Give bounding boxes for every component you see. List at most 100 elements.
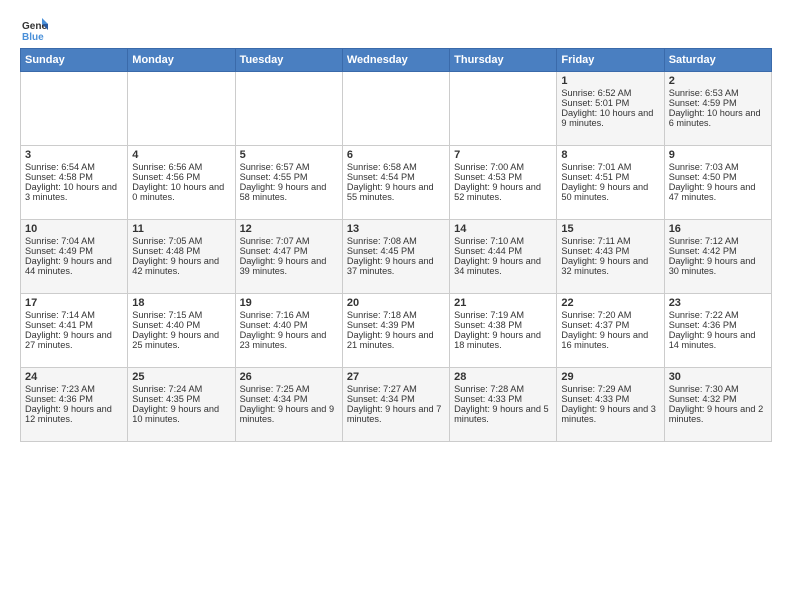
day-info: Sunset: 4:51 PM (561, 172, 659, 182)
day-info: Sunrise: 7:27 AM (347, 384, 445, 394)
calendar-cell: 28Sunrise: 7:28 AMSunset: 4:33 PMDayligh… (450, 368, 557, 442)
day-number: 17 (25, 297, 123, 309)
day-info: Sunrise: 7:25 AM (240, 384, 338, 394)
day-info: Sunrise: 7:10 AM (454, 236, 552, 246)
day-number: 1 (561, 75, 659, 87)
calendar-cell: 19Sunrise: 7:16 AMSunset: 4:40 PMDayligh… (235, 294, 342, 368)
day-info: Sunset: 4:34 PM (347, 394, 445, 404)
day-info: Sunset: 4:50 PM (669, 172, 767, 182)
day-info: Sunrise: 7:23 AM (25, 384, 123, 394)
day-number: 4 (132, 149, 230, 161)
calendar-cell (450, 72, 557, 146)
calendar-cell (342, 72, 449, 146)
header-wednesday: Wednesday (342, 49, 449, 72)
day-number: 23 (669, 297, 767, 309)
week-row-1: 3Sunrise: 6:54 AMSunset: 4:58 PMDaylight… (21, 146, 772, 220)
day-number: 22 (561, 297, 659, 309)
logo-icon: General Blue (20, 16, 48, 44)
day-info: Sunset: 4:38 PM (454, 320, 552, 330)
logo: General Blue (20, 16, 52, 44)
day-info: Daylight: 9 hours and 42 minutes. (132, 256, 230, 276)
calendar-cell (235, 72, 342, 146)
svg-text:Blue: Blue (22, 32, 44, 43)
day-info: Daylight: 10 hours and 9 minutes. (561, 108, 659, 128)
calendar-cell: 5Sunrise: 6:57 AMSunset: 4:55 PMDaylight… (235, 146, 342, 220)
day-info: Sunset: 4:35 PM (132, 394, 230, 404)
day-number: 2 (669, 75, 767, 87)
day-info: Daylight: 9 hours and 34 minutes. (454, 256, 552, 276)
week-row-4: 24Sunrise: 7:23 AMSunset: 4:36 PMDayligh… (21, 368, 772, 442)
day-info: Daylight: 9 hours and 23 minutes. (240, 330, 338, 350)
calendar-cell: 26Sunrise: 7:25 AMSunset: 4:34 PMDayligh… (235, 368, 342, 442)
header-saturday: Saturday (664, 49, 771, 72)
day-info: Sunrise: 6:57 AM (240, 162, 338, 172)
day-number: 12 (240, 223, 338, 235)
day-info: Daylight: 9 hours and 52 minutes. (454, 182, 552, 202)
day-info: Sunset: 4:53 PM (454, 172, 552, 182)
day-info: Sunrise: 6:58 AM (347, 162, 445, 172)
calendar-cell: 8Sunrise: 7:01 AMSunset: 4:51 PMDaylight… (557, 146, 664, 220)
day-info: Daylight: 10 hours and 0 minutes. (132, 182, 230, 202)
day-info: Daylight: 9 hours and 16 minutes. (561, 330, 659, 350)
day-info: Sunrise: 7:29 AM (561, 384, 659, 394)
day-number: 10 (25, 223, 123, 235)
calendar-cell: 24Sunrise: 7:23 AMSunset: 4:36 PMDayligh… (21, 368, 128, 442)
day-info: Daylight: 10 hours and 3 minutes. (25, 182, 123, 202)
day-info: Sunrise: 6:53 AM (669, 88, 767, 98)
day-info: Sunset: 4:37 PM (561, 320, 659, 330)
day-info: Sunset: 4:45 PM (347, 246, 445, 256)
calendar-cell: 13Sunrise: 7:08 AMSunset: 4:45 PMDayligh… (342, 220, 449, 294)
week-row-2: 10Sunrise: 7:04 AMSunset: 4:49 PMDayligh… (21, 220, 772, 294)
day-info: Sunrise: 7:30 AM (669, 384, 767, 394)
calendar-cell: 12Sunrise: 7:07 AMSunset: 4:47 PMDayligh… (235, 220, 342, 294)
week-row-3: 17Sunrise: 7:14 AMSunset: 4:41 PMDayligh… (21, 294, 772, 368)
day-info: Sunrise: 7:22 AM (669, 310, 767, 320)
day-number: 3 (25, 149, 123, 161)
day-number: 9 (669, 149, 767, 161)
day-info: Sunrise: 7:04 AM (25, 236, 123, 246)
day-info: Sunset: 4:33 PM (454, 394, 552, 404)
day-info: Sunrise: 7:20 AM (561, 310, 659, 320)
day-info: Daylight: 9 hours and 2 minutes. (669, 404, 767, 424)
day-info: Sunrise: 7:14 AM (25, 310, 123, 320)
day-info: Sunset: 4:36 PM (669, 320, 767, 330)
calendar-cell: 21Sunrise: 7:19 AMSunset: 4:38 PMDayligh… (450, 294, 557, 368)
calendar-cell: 16Sunrise: 7:12 AMSunset: 4:42 PMDayligh… (664, 220, 771, 294)
day-info: Sunset: 4:40 PM (240, 320, 338, 330)
day-number: 25 (132, 371, 230, 383)
day-info: Daylight: 9 hours and 55 minutes. (347, 182, 445, 202)
day-info: Daylight: 9 hours and 47 minutes. (669, 182, 767, 202)
day-info: Sunset: 4:43 PM (561, 246, 659, 256)
day-number: 16 (669, 223, 767, 235)
day-info: Sunset: 4:40 PM (132, 320, 230, 330)
day-info: Sunset: 4:56 PM (132, 172, 230, 182)
calendar-cell: 6Sunrise: 6:58 AMSunset: 4:54 PMDaylight… (342, 146, 449, 220)
day-info: Sunrise: 6:56 AM (132, 162, 230, 172)
day-info: Daylight: 9 hours and 9 minutes. (240, 404, 338, 424)
day-info: Daylight: 9 hours and 3 minutes. (561, 404, 659, 424)
day-info: Sunset: 4:47 PM (240, 246, 338, 256)
calendar-cell: 20Sunrise: 7:18 AMSunset: 4:39 PMDayligh… (342, 294, 449, 368)
calendar-cell (128, 72, 235, 146)
day-info: Sunrise: 7:00 AM (454, 162, 552, 172)
day-info: Sunrise: 7:18 AM (347, 310, 445, 320)
day-number: 21 (454, 297, 552, 309)
day-number: 27 (347, 371, 445, 383)
header-row: SundayMondayTuesdayWednesdayThursdayFrid… (21, 49, 772, 72)
day-info: Sunset: 4:42 PM (669, 246, 767, 256)
day-info: Sunrise: 7:05 AM (132, 236, 230, 246)
day-info: Daylight: 9 hours and 21 minutes. (347, 330, 445, 350)
day-number: 7 (454, 149, 552, 161)
calendar-cell: 27Sunrise: 7:27 AMSunset: 4:34 PMDayligh… (342, 368, 449, 442)
day-number: 28 (454, 371, 552, 383)
day-info: Daylight: 9 hours and 39 minutes. (240, 256, 338, 276)
day-info: Sunset: 4:39 PM (347, 320, 445, 330)
calendar-cell: 9Sunrise: 7:03 AMSunset: 4:50 PMDaylight… (664, 146, 771, 220)
day-info: Sunrise: 7:01 AM (561, 162, 659, 172)
day-number: 5 (240, 149, 338, 161)
day-info: Sunrise: 7:28 AM (454, 384, 552, 394)
day-info: Sunrise: 7:24 AM (132, 384, 230, 394)
header-thursday: Thursday (450, 49, 557, 72)
day-info: Daylight: 9 hours and 58 minutes. (240, 182, 338, 202)
day-info: Sunset: 4:54 PM (347, 172, 445, 182)
